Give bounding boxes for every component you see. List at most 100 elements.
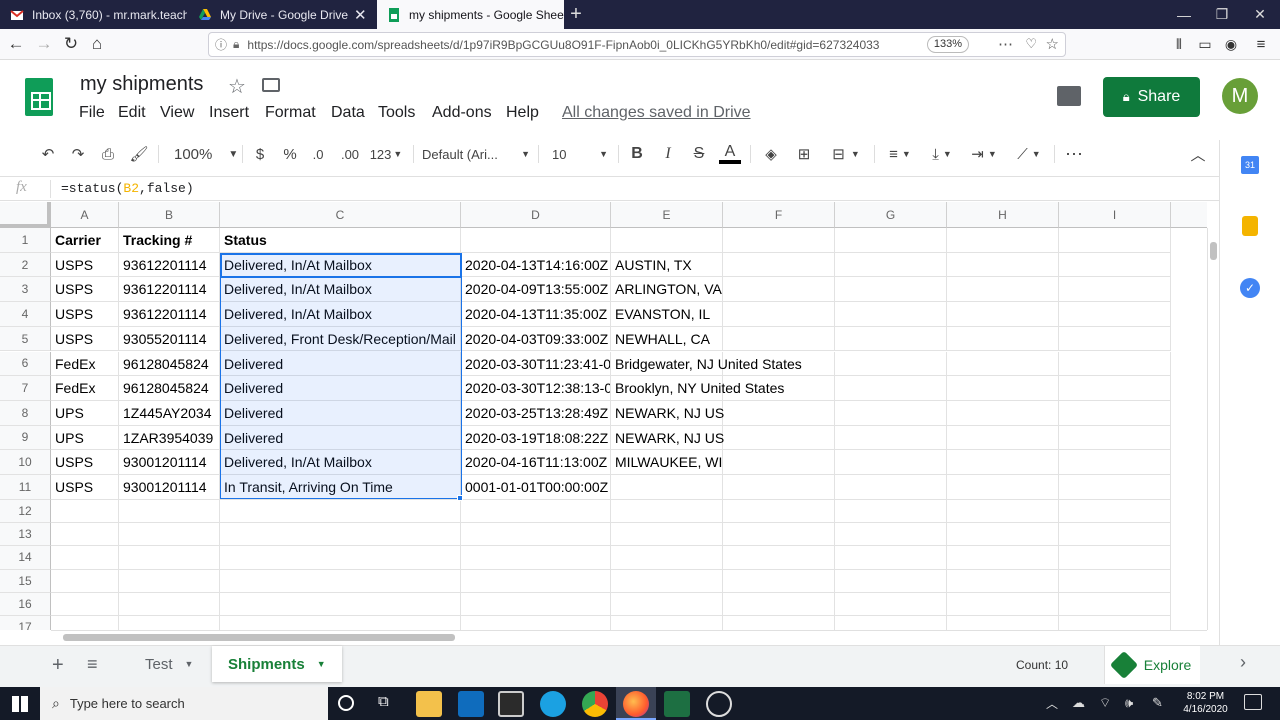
cell[interactable] [835,252,947,278]
cell[interactable] [461,592,611,617]
cell[interactable] [611,592,723,617]
row-header[interactable]: 2 [0,252,51,278]
browser-tab-drive[interactable]: My Drive - Google Drive ✕ [188,0,376,29]
cell[interactable]: 2020-04-13T11:35:00Z [461,302,611,327]
cell[interactable] [723,252,835,278]
row-header[interactable]: 6 [0,351,51,377]
scroll-thumb[interactable] [63,634,455,641]
cell[interactable] [1059,475,1171,500]
cell[interactable]: 93001201114 [119,450,220,475]
close-tab-icon[interactable]: ✕ [348,6,367,24]
cell[interactable] [947,569,1059,593]
minimize-icon[interactable]: — [1164,0,1204,29]
cell[interactable]: AUSTIN, TX [611,252,723,278]
cell[interactable] [119,616,220,630]
menu-icon[interactable]: ≡ [1248,32,1274,56]
cell[interactable]: Status [220,228,461,253]
chrome-icon[interactable] [582,691,608,717]
cell[interactable] [947,616,1059,630]
collapse-toolbar-icon[interactable]: ︿ [1186,140,1210,168]
maximize-icon[interactable]: ❐ [1202,0,1242,29]
volume-icon[interactable]: 🕪︎ [1125,695,1133,711]
cell[interactable]: 2020-04-03T09:33:00Z [461,326,611,352]
select-all-corner[interactable] [0,202,51,228]
cell[interactable] [947,326,1059,352]
cell[interactable] [835,616,947,630]
strikethrough-icon[interactable]: S [688,140,710,168]
fill-color-icon[interactable]: ◈ [759,140,783,168]
horizontal-scrollbar[interactable] [51,630,1207,644]
row-header[interactable]: 4 [0,302,51,327]
cell[interactable] [723,351,835,377]
menu-format[interactable]: Format [265,104,316,122]
cell[interactable] [611,228,723,253]
cell[interactable] [611,499,723,523]
row-header[interactable]: 11 [0,475,51,500]
cell[interactable]: 2020-03-30T12:38:13-0 [461,376,611,401]
cell[interactable] [947,425,1059,451]
cell[interactable]: USPS [51,326,119,352]
browser-tab-sheets[interactable]: my shipments - Google Sheets ✕ [377,0,564,29]
task-view-icon[interactable]: ⧉ [378,693,389,710]
mail-icon[interactable] [458,691,484,717]
chevron-right-icon[interactable]: › [1240,652,1246,673]
cell[interactable] [835,302,947,327]
onedrive-icon[interactable]: ☁ [1072,695,1085,711]
cell[interactable] [723,499,835,523]
more-icon[interactable]: ⋯ [1062,140,1086,168]
cell[interactable] [1059,302,1171,327]
cell[interactable]: 2020-04-09T13:55:00Z [461,277,611,303]
firefox-taskbar-item[interactable] [616,687,656,720]
cell[interactable] [723,425,835,451]
print-icon[interactable]: ⎙ [96,140,120,168]
home-icon[interactable]: ⌂ [84,32,110,56]
column-header[interactable]: E [611,202,723,228]
info-icon[interactable]: ⓘ [215,36,227,53]
cell[interactable]: MILWAUKEE, WI [611,450,723,475]
text-rotation-icon[interactable]: ⟋ ▼ [1010,140,1048,168]
cell[interactable]: 93612201114 [119,252,220,278]
cell[interactable] [723,376,835,401]
column-header[interactable]: G [835,202,947,228]
cell[interactable] [611,546,723,570]
scroll-thumb[interactable] [1210,242,1217,260]
window-close-icon[interactable]: ✕ [1240,0,1280,29]
excel-icon[interactable] [664,691,690,717]
column-header[interactable]: D [461,202,611,228]
column-header[interactable] [1171,202,1207,228]
cell[interactable] [220,616,461,630]
cell[interactable] [947,302,1059,327]
formula-input[interactable]: =status(B2,false) [61,181,194,196]
cell[interactable]: NEWARK, NJ US [611,425,724,451]
cell[interactable]: ARLINGTON, VA [611,277,723,303]
cell[interactable] [1059,450,1171,475]
borders-icon[interactable]: ⊞ [792,140,816,168]
cell[interactable] [723,523,835,547]
menu-data[interactable]: Data [331,104,365,122]
url-bar[interactable]: ⓘ 🔒︎ https://docs.google.com/spreadsheet… [208,32,1066,57]
cell[interactable] [835,326,947,352]
cell[interactable] [220,499,461,523]
cell[interactable] [1059,400,1171,426]
tasks-icon[interactable]: ✓ [1240,278,1260,298]
move-folder-icon[interactable] [262,78,280,92]
cell[interactable] [835,376,947,401]
cell[interactable] [835,523,947,547]
cell[interactable]: EVANSTON, IL [611,302,723,327]
sheets-logo-icon[interactable] [25,78,53,116]
cell[interactable] [723,569,835,593]
cell[interactable] [51,569,119,593]
cell[interactable] [461,523,611,547]
font-size-select[interactable]: 10 ▼ [548,140,612,168]
cell[interactable]: USPS [51,277,119,303]
cell[interactable] [723,450,835,475]
cell[interactable] [1059,376,1171,401]
menu-help[interactable]: Help [506,104,539,122]
taskbar-clock[interactable]: 8:02 PM 4/16/2020 [1178,690,1233,716]
cell[interactable] [611,475,723,500]
cell[interactable] [461,228,611,253]
zoom-select[interactable]: 100% ▼ [166,140,238,168]
cell[interactable]: 2020-04-16T11:13:00Z [461,450,611,475]
cell[interactable] [835,400,947,426]
row-header[interactable]: 15 [0,569,51,593]
